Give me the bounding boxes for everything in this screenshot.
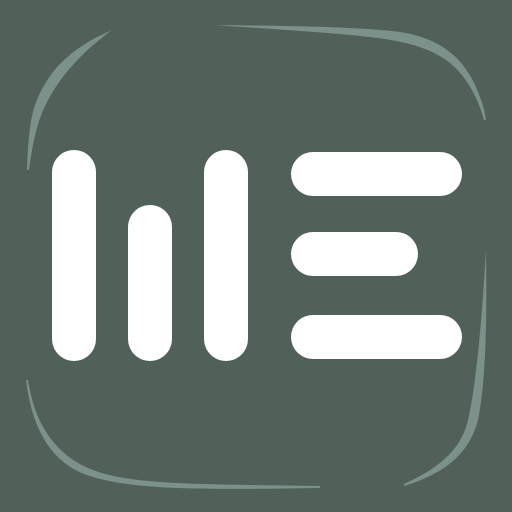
app-logo-icon — [0, 0, 512, 512]
vertical-bar-3 — [204, 150, 248, 361]
horizontal-bar-2 — [291, 232, 418, 276]
horizontal-bar-3 — [291, 315, 462, 359]
vertical-bar-1 — [52, 150, 96, 361]
app-icon — [0, 0, 512, 512]
vertical-bar-2 — [128, 205, 172, 361]
horizontal-bar-1 — [291, 152, 462, 196]
